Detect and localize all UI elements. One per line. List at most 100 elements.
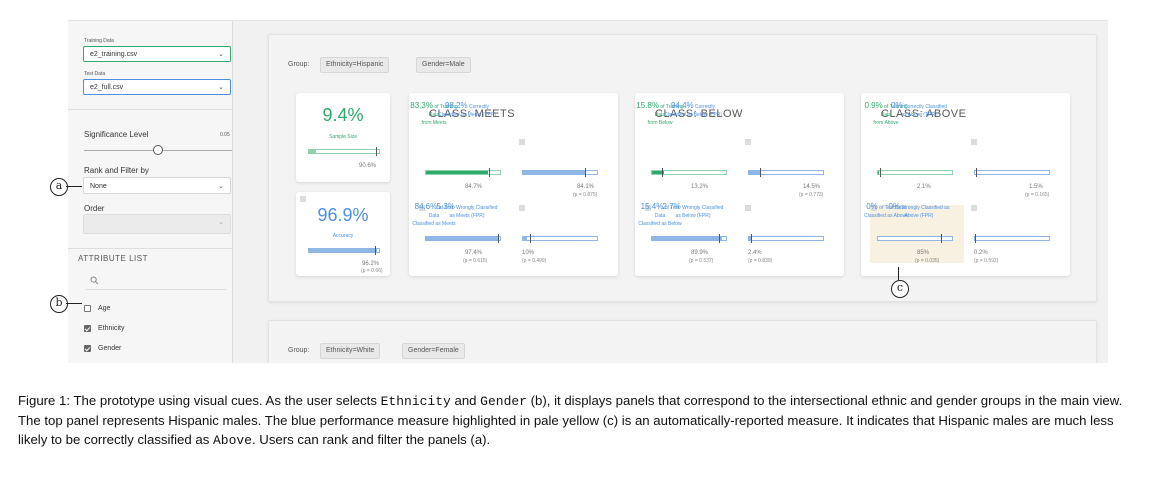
- above-90-metric: 0% Wrongly Classified as Above (FPR): [861, 203, 977, 220]
- accuracy-bar-fill: [309, 249, 377, 252]
- above-test-ref: 1.5%: [1029, 184, 1043, 190]
- group-chip-ethnicity[interactable]: Ethnicity=White: [320, 343, 381, 359]
- meets-90-value: 98.2%: [444, 101, 468, 110]
- below-tpr-bar: [651, 234, 727, 243]
- gender-label: Gender: [98, 345, 122, 352]
- group-panel-hispanic-male[interactable]: Group: Ethnicity=Hispanic Gender=Male 9.…: [268, 34, 1097, 302]
- pin-icon[interactable]: [971, 139, 977, 145]
- rank-filter-value: None: [90, 183, 107, 190]
- accuracy-card: 96.9% Accuracy 96.2% (p = 0.66): [296, 192, 390, 276]
- above-tpr-p-value: (p = 0.035): [915, 258, 940, 264]
- meets-90-text2: from Meets: [421, 120, 447, 126]
- above-90-text2: Above (FPR): [904, 213, 934, 219]
- below-test-bar: [748, 168, 824, 177]
- group-label: Group:: [288, 61, 310, 68]
- below-tpr-p-value: (p = 0.537): [689, 258, 714, 264]
- ethnicity-checkbox[interactable]: [84, 325, 91, 332]
- test-data-label: Test Data: [84, 71, 106, 77]
- group-chip-gender[interactable]: Gender=Male: [416, 57, 471, 73]
- accuracy-ref: 96.2%: [362, 261, 380, 267]
- above-test-bar: [974, 168, 1050, 177]
- test-data-value: e2_full.csv: [90, 84, 124, 91]
- test-data-select[interactable]: e2_full.csv ⌄: [83, 79, 231, 95]
- meets-fpr-bar-fill: [523, 237, 527, 240]
- meets-test-ref: 84.1%: [577, 184, 595, 190]
- chevron-down-icon: ⌄: [218, 51, 224, 58]
- meets-fpr-ref: 10%: [522, 250, 535, 256]
- meets-tpr-ref-mark: [498, 234, 499, 243]
- below-90-text: Wrongly Classified: [682, 205, 724, 211]
- meets-training-ref-mark: [489, 168, 490, 177]
- below-90-text2: Classified as Below: [638, 221, 682, 227]
- class-card-meets: CLASS: MEETS 83.3% of Training Data from…: [409, 93, 618, 276]
- rank-filter-label: Rank and Filter by: [84, 166, 149, 175]
- meets-training-bar-fill: [426, 171, 488, 174]
- pin-icon[interactable]: [300, 196, 306, 202]
- sample-size-label: Sample Size: [328, 134, 358, 140]
- above-90-text: Wrongly Classified as: [901, 205, 950, 211]
- below-fpr-ref: 2.4%: [748, 250, 762, 256]
- above-90-value: 0%: [888, 202, 901, 211]
- search-icon[interactable]: [90, 276, 99, 285]
- accuracy-label: Accuracy: [332, 233, 354, 239]
- below-tpr-bar-fill: [652, 237, 722, 240]
- accuracy-ref-mark: [375, 246, 376, 255]
- annotation-b-pointer: [66, 303, 82, 304]
- meets-training-ref: 84.7%: [465, 184, 483, 190]
- order-select[interactable]: ⌄: [83, 214, 231, 234]
- accuracy-p: (p = 0.66): [361, 268, 383, 274]
- meets-test-bar: [522, 168, 598, 177]
- annotation-b: b: [50, 295, 68, 313]
- class-card-above: CLASS: ABOVE 0.9% of Training Data from …: [861, 93, 1070, 276]
- above-90-value: 0%: [890, 101, 903, 110]
- rank-filter-select[interactable]: None ⌄: [83, 177, 231, 194]
- caption-text: . Users can rank and filter the panels (…: [251, 432, 491, 447]
- below-test-ref-mark: [760, 168, 761, 177]
- caption-code-gender: Gender: [480, 394, 527, 409]
- above-training-ref: 2.1%: [917, 184, 931, 190]
- above-90-metric: 0% Correctly Classified as Above (TPR): [861, 102, 977, 119]
- annotation-c-pointer: [898, 267, 899, 280]
- above-90-text2: from Above: [873, 120, 899, 126]
- above-test-p-value: (p = 0.165): [1025, 192, 1050, 198]
- above-training-bar: [877, 168, 953, 177]
- training-data-select[interactable]: e2_training.csv ⌄: [83, 46, 231, 62]
- below-test-p-value: (p = 0.773): [799, 192, 824, 198]
- meets-tpr-bar-fill: [426, 237, 499, 240]
- below-90-metric: 94.4% Correctly Classified as Below (TPR…: [635, 102, 751, 119]
- pin-icon[interactable]: [745, 139, 751, 145]
- controls-section: Significance Level 0.05 Rank and Filter …: [68, 110, 232, 249]
- accuracy-value: 96.9%: [317, 205, 369, 225]
- age-checkbox[interactable]: [84, 305, 91, 312]
- caption-code-ethnicity: Ethnicity: [380, 394, 451, 409]
- group-chip-ethnicity[interactable]: Ethnicity=Hispanic: [320, 57, 390, 73]
- sample-size-ref-mark: [376, 147, 377, 156]
- group-chip-gender[interactable]: Gender=Female: [402, 343, 465, 359]
- meets-90-metric: 98.2% Correctly Classified as Meets (TPR…: [409, 102, 525, 119]
- sample-size-value: 9.4%: [322, 105, 364, 125]
- below-90-text: Correctly: [695, 104, 716, 110]
- meets-90-text2: Classified as Meets: [412, 221, 456, 227]
- below-90-text2: as Below (FPR): [675, 213, 711, 219]
- group-panel-white-female[interactable]: Group: Ethnicity=White Gender=Female: [268, 320, 1097, 363]
- significance-slider-knob[interactable]: [153, 145, 163, 155]
- below-tpr-ref: 89.9%: [691, 250, 709, 256]
- figure-caption: Figure 1: The prototype using visual cue…: [18, 391, 1146, 450]
- above-fpr-bar: [974, 234, 1050, 243]
- gender-checkbox[interactable]: [84, 345, 91, 352]
- pin-icon[interactable]: [519, 139, 525, 145]
- chevron-down-icon: ⌄: [218, 219, 224, 226]
- above-fpr-ref-mark: [975, 234, 976, 243]
- above-fpr-p-value: (p = 0.592): [974, 258, 999, 264]
- meets-90-value: 5.3%: [436, 202, 455, 211]
- training-data-label: Training Data: [84, 38, 114, 44]
- meets-fpr-ref-mark: [530, 234, 531, 243]
- below-fpr-ref-mark: [751, 234, 752, 243]
- prototype-screenshot: Training Data e2_training.csv ⌄ Test Dat…: [68, 20, 1108, 363]
- meets-fpr-p-value: (p = 0.499): [522, 258, 547, 264]
- below-90-metric: 2.7% Wrongly Classified as Below (FPR): [635, 203, 751, 220]
- caption-text: and: [450, 393, 481, 408]
- meets-test-p-value: (p = 0.875): [573, 192, 598, 198]
- significance-label: Significance Level: [84, 130, 149, 139]
- annotation-a: a: [50, 178, 68, 196]
